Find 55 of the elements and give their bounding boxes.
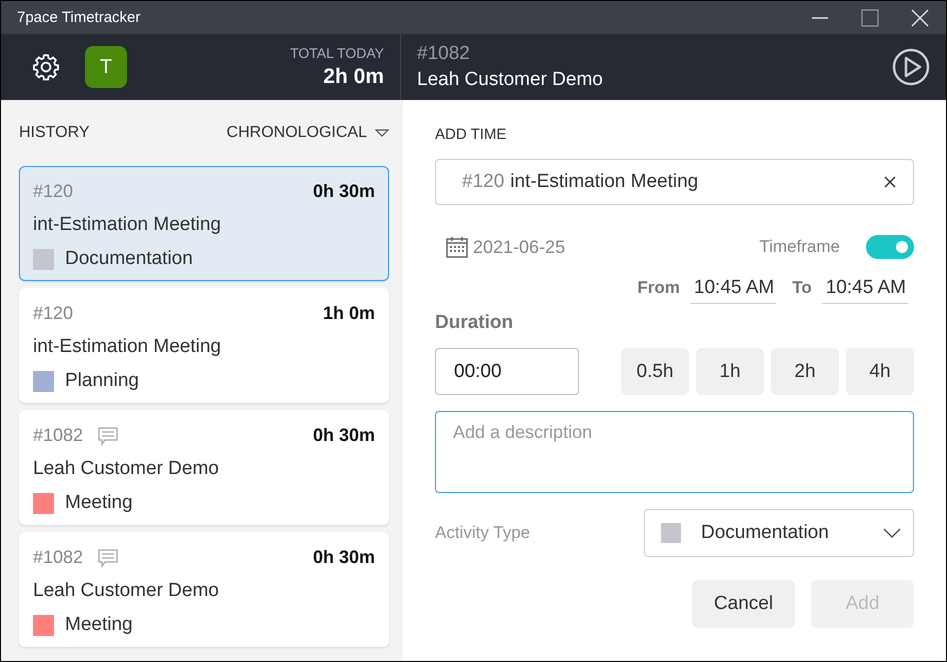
history-entry[interactable]: #120 0h 30m int-Estimation Meeting Documentation (19, 166, 389, 281)
history-entry[interactable]: #1082 0h 30m Leah Customer Demo Meeting (19, 532, 389, 647)
entry-id: #120 (33, 181, 74, 202)
entry-duration: 0h 30m (312, 425, 375, 446)
entry-title: int-Estimation Meeting (33, 336, 222, 358)
timeframe-toggle[interactable] (866, 235, 914, 259)
duration-preset-button[interactable]: 0.5h (621, 348, 689, 395)
entry-duration: 1h 0m (322, 303, 375, 324)
add-time-label: ADD TIME (435, 126, 508, 143)
history-label: HISTORY (19, 124, 90, 142)
history-entry[interactable]: #120 1h 0m int-Estimation Meeting Planning (19, 288, 389, 403)
entry-title: int-Estimation Meeting (33, 214, 222, 236)
to-time-field[interactable]: 10:45 AM (822, 277, 908, 304)
entry-activity: Meeting (65, 492, 133, 514)
activity-type-label: Activity Type (435, 523, 530, 543)
calendar-icon[interactable] (445, 235, 469, 259)
sort-dropdown[interactable]: CHRONOLOGICAL (226, 124, 389, 142)
duration-preset-button[interactable]: 1h (696, 348, 764, 395)
total-value: 2h 0m (323, 65, 384, 89)
date-value[interactable]: 2021-06-25 (473, 236, 566, 258)
timeframe-label: Timeframe (759, 237, 840, 257)
caret-icon (375, 128, 389, 138)
chevron-icon (883, 528, 901, 538)
activity-type-dropdown[interactable]: Documentation (644, 509, 914, 557)
form-button[interactable]: Cancel (692, 580, 795, 628)
entry-title: Leah Customer Demo (33, 580, 220, 602)
entry-duration: 0h 30m (312, 547, 375, 568)
window-title: 7pace Timetracker (17, 9, 140, 26)
settings-icon[interactable] (31, 52, 61, 82)
maximize-icon[interactable] (860, 8, 880, 28)
from-label: From (637, 278, 680, 299)
entry-duration: 0h 30m (312, 181, 375, 202)
play-icon[interactable] (892, 48, 930, 86)
duration-preset-button[interactable]: 2h (771, 348, 839, 395)
close-icon[interactable] (910, 8, 930, 28)
from-time-field[interactable]: 10:45 AM (690, 277, 776, 304)
duration-label: Duration (435, 312, 514, 334)
description-field[interactable]: Add a description (435, 411, 914, 493)
history-entry[interactable]: #1082 0h 30m Leah Customer Demo Meeting (19, 410, 389, 525)
duration-field[interactable]: 00:00 (435, 348, 579, 395)
entry-activity: Meeting (65, 614, 133, 636)
current-item-title: Leah Customer Demo (417, 69, 603, 91)
entry-title: Leah Customer Demo (33, 458, 220, 480)
entry-activity: Planning (65, 370, 139, 392)
duration-preset-button[interactable]: 4h (846, 348, 914, 395)
entry-id: #1082 (33, 425, 84, 446)
entry-id: #120 (33, 303, 74, 324)
clear-icon[interactable] (883, 175, 897, 189)
current-item-id: #1082 (417, 43, 471, 65)
to-label: To (792, 278, 812, 299)
total-label: TOTAL TODAY (290, 45, 384, 61)
entry-activity: Documentation (65, 248, 193, 270)
avatar[interactable]: T (85, 46, 127, 88)
entry-id: #1082 (33, 547, 84, 568)
work-item-field[interactable]: #120 int-Estimation Meeting (435, 159, 914, 205)
